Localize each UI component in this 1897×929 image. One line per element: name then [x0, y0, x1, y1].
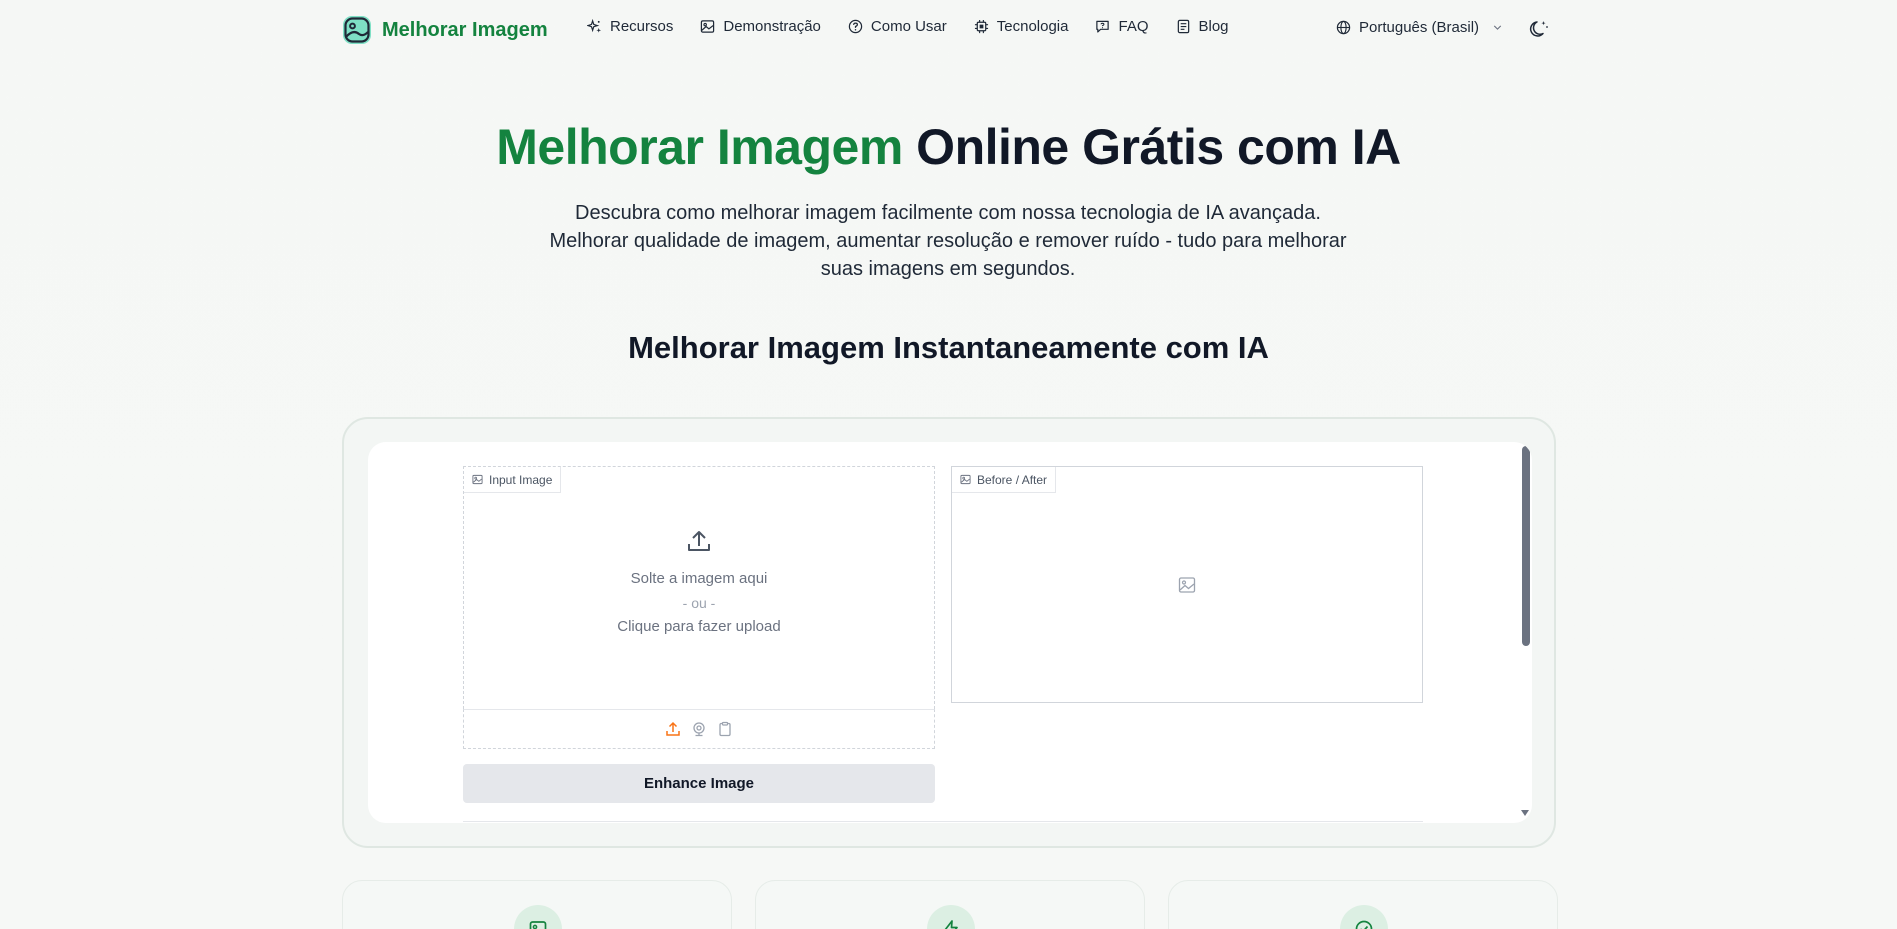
feature-card-3 — [1168, 880, 1558, 929]
click-upload-text: Clique para fazer upload — [617, 618, 781, 635]
scrollbar-thumb[interactable] — [1522, 446, 1530, 646]
scroll-down-arrow-icon[interactable] — [1520, 809, 1530, 817]
feature-card-2 — [755, 880, 1145, 929]
input-image-label: Input Image — [464, 467, 562, 493]
input-image-label-text: Input Image — [489, 472, 553, 487]
drop-or-text: - ou - — [682, 595, 716, 611]
image-icon — [960, 474, 971, 485]
tool-container: Input Image Solte a imagem aqui - ou - C… — [342, 417, 1556, 848]
nav-link-label: Como Usar — [870, 18, 947, 35]
nav-link-como-usar[interactable]: Como Usar — [848, 18, 947, 35]
tool-section-title: Melhorar Imagem Instantaneamente com IA — [628, 330, 1269, 365]
nav-link-label: Demonstração — [723, 18, 821, 35]
nav-links: Recursos Demonstração Como Usar Tecnolog… — [587, 18, 1229, 35]
sparkles-icon — [587, 19, 602, 33]
before-after-label-text: Before / After — [977, 472, 1048, 487]
chevron-down-icon — [1493, 25, 1502, 30]
upload-source-icon[interactable] — [665, 721, 681, 737]
enhance-image-button[interactable]: Enhance Image — [463, 764, 935, 803]
nav-link-demonstracao[interactable]: Demonstração — [700, 18, 821, 35]
nav-link-label: FAQ — [1118, 18, 1149, 35]
hero-title-accent: Melhorar Imagem — [496, 119, 903, 175]
nav-link-recursos[interactable]: Recursos — [587, 18, 673, 35]
image-icon — [701, 20, 715, 33]
moon-icon[interactable] — [1528, 18, 1550, 40]
brand-name: Melhorar Imagem — [382, 18, 548, 41]
cpu-icon — [974, 19, 988, 34]
hero-subtitle: Descubra como melhorar imagem facilmente… — [549, 202, 1347, 280]
brand-logo-icon — [343, 16, 371, 44]
before-after-label: Before / After — [952, 467, 1057, 493]
image-source-bar — [463, 709, 935, 749]
feature-icon-bg — [1340, 905, 1388, 929]
nav-link-label: Blog — [1198, 18, 1229, 35]
lightning-icon — [944, 920, 958, 929]
tool-app-frame: Input Image Solte a imagem aqui - ou - C… — [368, 442, 1532, 823]
message-icon — [1096, 20, 1110, 33]
clipboard-icon[interactable] — [717, 721, 733, 737]
globe-icon — [1336, 20, 1351, 35]
divider — [463, 821, 1423, 822]
help-circle-icon — [848, 19, 863, 34]
check-circle-icon — [1355, 920, 1373, 929]
top-navigation: Melhorar Imagem Recursos Demonstração Co… — [0, 0, 1897, 60]
image-icon — [472, 474, 483, 485]
image-placeholder-icon — [1178, 577, 1196, 593]
before-after-panel: Before / After — [951, 466, 1423, 703]
hero-title-rest: Online Grátis com IA — [902, 119, 1401, 175]
language-label: Português (Brasil) — [1359, 19, 1480, 36]
webcam-icon[interactable] — [691, 721, 707, 737]
feature-icon-bg — [927, 905, 975, 929]
image-icon — [529, 921, 547, 929]
brand-logo-link[interactable]: Melhorar Imagem — [342, 15, 548, 45]
nav-link-label: Tecnologia — [996, 18, 1069, 35]
input-image-dropzone[interactable]: Input Image Solte a imagem aqui - ou - C… — [463, 466, 935, 709]
document-icon — [1177, 19, 1189, 34]
upload-icon — [688, 531, 710, 551]
nav-link-label: Recursos — [610, 18, 674, 35]
feature-icon-bg — [514, 905, 562, 929]
drop-text: Solte a imagem aqui — [630, 570, 768, 587]
language-selector[interactable]: Português (Brasil) — [1336, 19, 1504, 36]
nav-link-faq[interactable]: FAQ — [1095, 18, 1149, 35]
hero-title: Melhorar Imagem Online Grátis com IA — [0, 118, 1897, 176]
nav-link-blog[interactable]: Blog — [1176, 18, 1229, 35]
feature-card-1 — [342, 880, 732, 929]
drop-zone-content: Solte a imagem aqui - ou - Clique para f… — [464, 527, 934, 639]
nav-link-tecnologia[interactable]: Tecnologia — [974, 18, 1069, 35]
